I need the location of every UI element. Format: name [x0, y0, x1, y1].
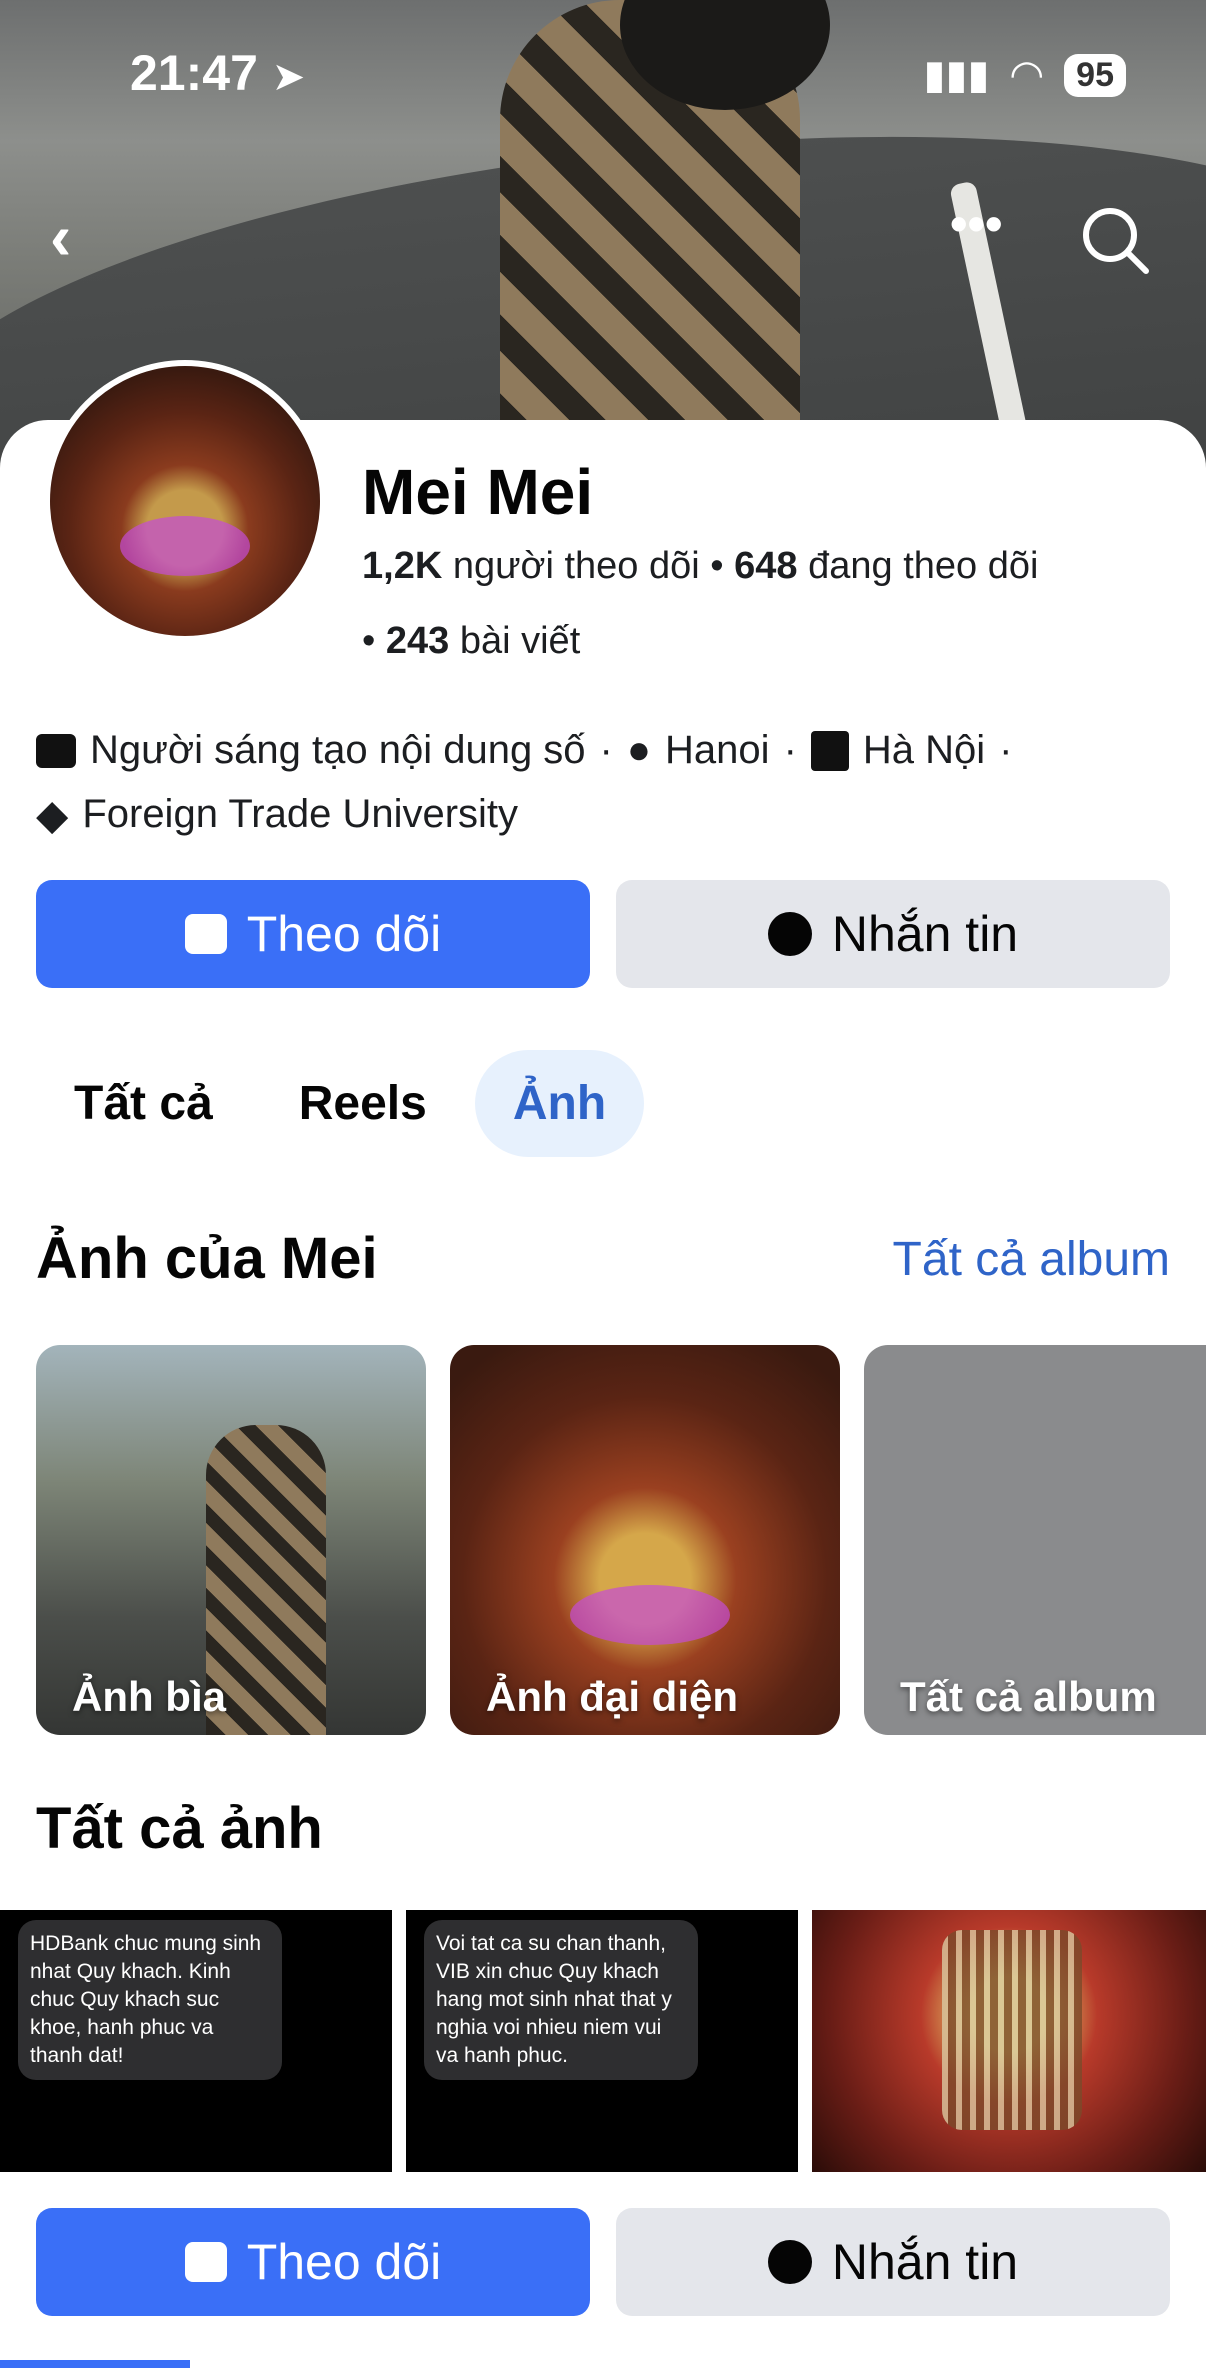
clock: 21:47: [130, 45, 258, 101]
separator: •: [362, 620, 386, 662]
battery-icon: 95: [1064, 53, 1126, 97]
all-photos-title: Tất cả ảnh: [36, 1796, 323, 1861]
card-label: Ảnh đại diện: [486, 1673, 738, 1720]
school-text[interactable]: Foreign Trade University: [82, 792, 518, 837]
location-text[interactable]: Hanoi: [665, 728, 770, 773]
photo-thumbnail[interactable]: [812, 1910, 1206, 2172]
info-line-1: Người sáng tạo nội dung số · ● Hanoi · H…: [36, 728, 1012, 773]
wifi-icon: ◠: [1011, 53, 1043, 97]
all-albums-link[interactable]: Tất cả album: [893, 1232, 1170, 1287]
message-label: Nhắn tin: [831, 2234, 1019, 2290]
posts-stats: • 243 bài viết: [362, 620, 580, 663]
messenger-icon: [767, 912, 812, 956]
building-icon: [810, 730, 849, 771]
card-label: Tất cả album: [900, 1673, 1157, 1720]
more-icon[interactable]: •••: [950, 195, 1003, 253]
followers-count[interactable]: 1,2K: [362, 545, 442, 587]
posts-label: bài viết: [459, 620, 581, 662]
follow-label: Theo dõi: [246, 2234, 442, 2290]
cover-photo-album[interactable]: Ảnh bìa: [36, 1345, 426, 1735]
graduation-cap-icon: ◆: [36, 791, 69, 838]
sticky-follow-button[interactable]: Theo dõi: [36, 2208, 590, 2316]
follow-button[interactable]: Theo dõi: [36, 880, 590, 988]
follow-icon: [184, 914, 227, 954]
category-text: Người sáng tạo nội dung số: [90, 728, 586, 772]
photo-thumbnail[interactable]: Voi tat ca su chan thanh, VIB xin chuc Q…: [406, 1910, 798, 2172]
avatar[interactable]: [44, 360, 326, 642]
photos-section-title: Ảnh của Mei: [36, 1226, 378, 1291]
tab-all[interactable]: Tất cả: [36, 1050, 251, 1157]
clapperboard-icon: [36, 733, 76, 768]
separator: ·: [599, 728, 613, 772]
info-line-2: ◆ Foreign Trade University: [36, 790, 518, 839]
photo-thumbnail[interactable]: HDBank chuc mung sinh nhat Quy khach. Ki…: [0, 1910, 392, 2172]
following-count[interactable]: 648: [734, 545, 797, 587]
followers-label[interactable]: người theo dõi: [453, 545, 700, 587]
sms-bubble: HDBank chuc mung sinh nhat Quy khach. Ki…: [18, 1920, 282, 2080]
profile-stats: 1,2K người theo dõi • 648 đang theo dõi: [362, 545, 1038, 588]
all-albums-card[interactable]: Tất cả album: [864, 1345, 1206, 1735]
tab-reels[interactable]: Reels: [261, 1050, 465, 1157]
following-label[interactable]: đang theo dõi: [808, 545, 1038, 587]
search-icon[interactable]: [1080, 205, 1150, 280]
message-label: Nhắn tin: [831, 906, 1019, 962]
signal-icon: ▮▮▮: [923, 53, 990, 97]
tab-photos[interactable]: Ảnh: [474, 1050, 645, 1157]
location-arrow-icon: ➤: [271, 55, 306, 99]
separator: ·: [999, 728, 1013, 772]
profile-name: Mei Mei: [362, 456, 594, 528]
status-icons: ▮▮▮ ◠ 95: [923, 52, 1126, 98]
separator: ·: [783, 728, 797, 772]
follow-label: Theo dõi: [246, 906, 442, 962]
follow-icon: [184, 2242, 227, 2282]
city-text[interactable]: Hà Nội: [863, 728, 985, 773]
sticky-message-button[interactable]: Nhắn tin: [616, 2208, 1170, 2316]
profile-tabs: Tất cả Reels Ảnh: [36, 1050, 645, 1157]
location-pin-icon: ●: [626, 728, 652, 772]
message-button[interactable]: Nhắn tin: [616, 880, 1170, 988]
messenger-icon: [767, 2240, 812, 2284]
card-label: Ảnh bìa: [72, 1673, 226, 1720]
profile-picture-album[interactable]: Ảnh đại diện: [450, 1345, 840, 1735]
posts-count: 243: [385, 620, 450, 662]
status-time: 21:47 ➤: [130, 44, 305, 102]
back-icon[interactable]: ‹: [50, 200, 71, 274]
sms-bubble: Voi tat ca su chan thanh, VIB xin chuc Q…: [424, 1920, 698, 2080]
separator: •: [710, 545, 735, 587]
home-indicator: [0, 2360, 190, 2368]
